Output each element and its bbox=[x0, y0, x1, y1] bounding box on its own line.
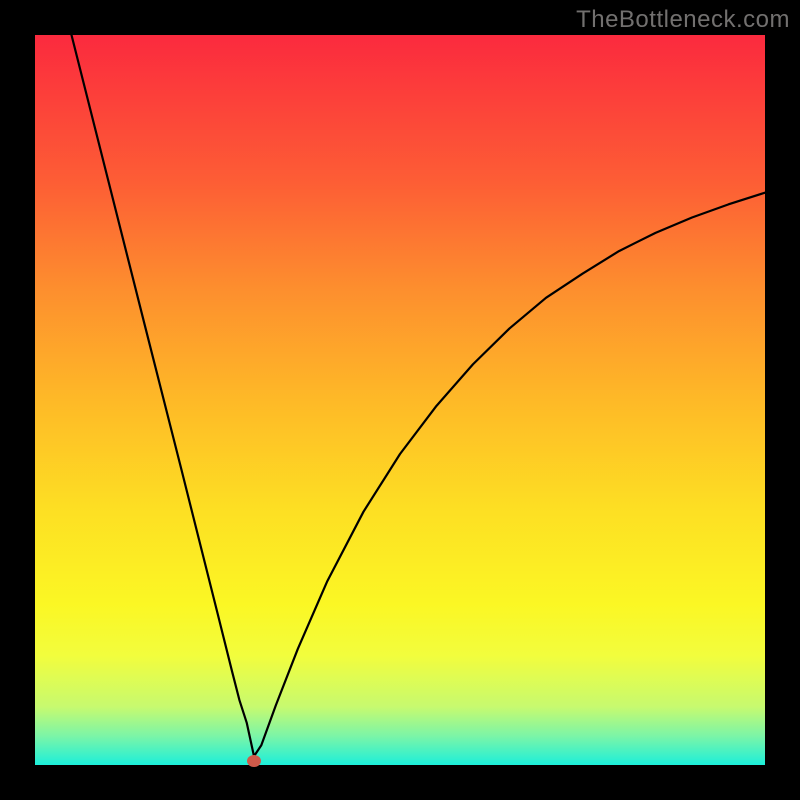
chart-frame: TheBottleneck.com bbox=[0, 0, 800, 800]
plot-area bbox=[35, 35, 765, 765]
watermark-text: TheBottleneck.com bbox=[576, 6, 790, 34]
bottleneck-curve bbox=[35, 35, 765, 765]
curve-path bbox=[72, 35, 766, 756]
optimum-marker bbox=[247, 755, 261, 767]
